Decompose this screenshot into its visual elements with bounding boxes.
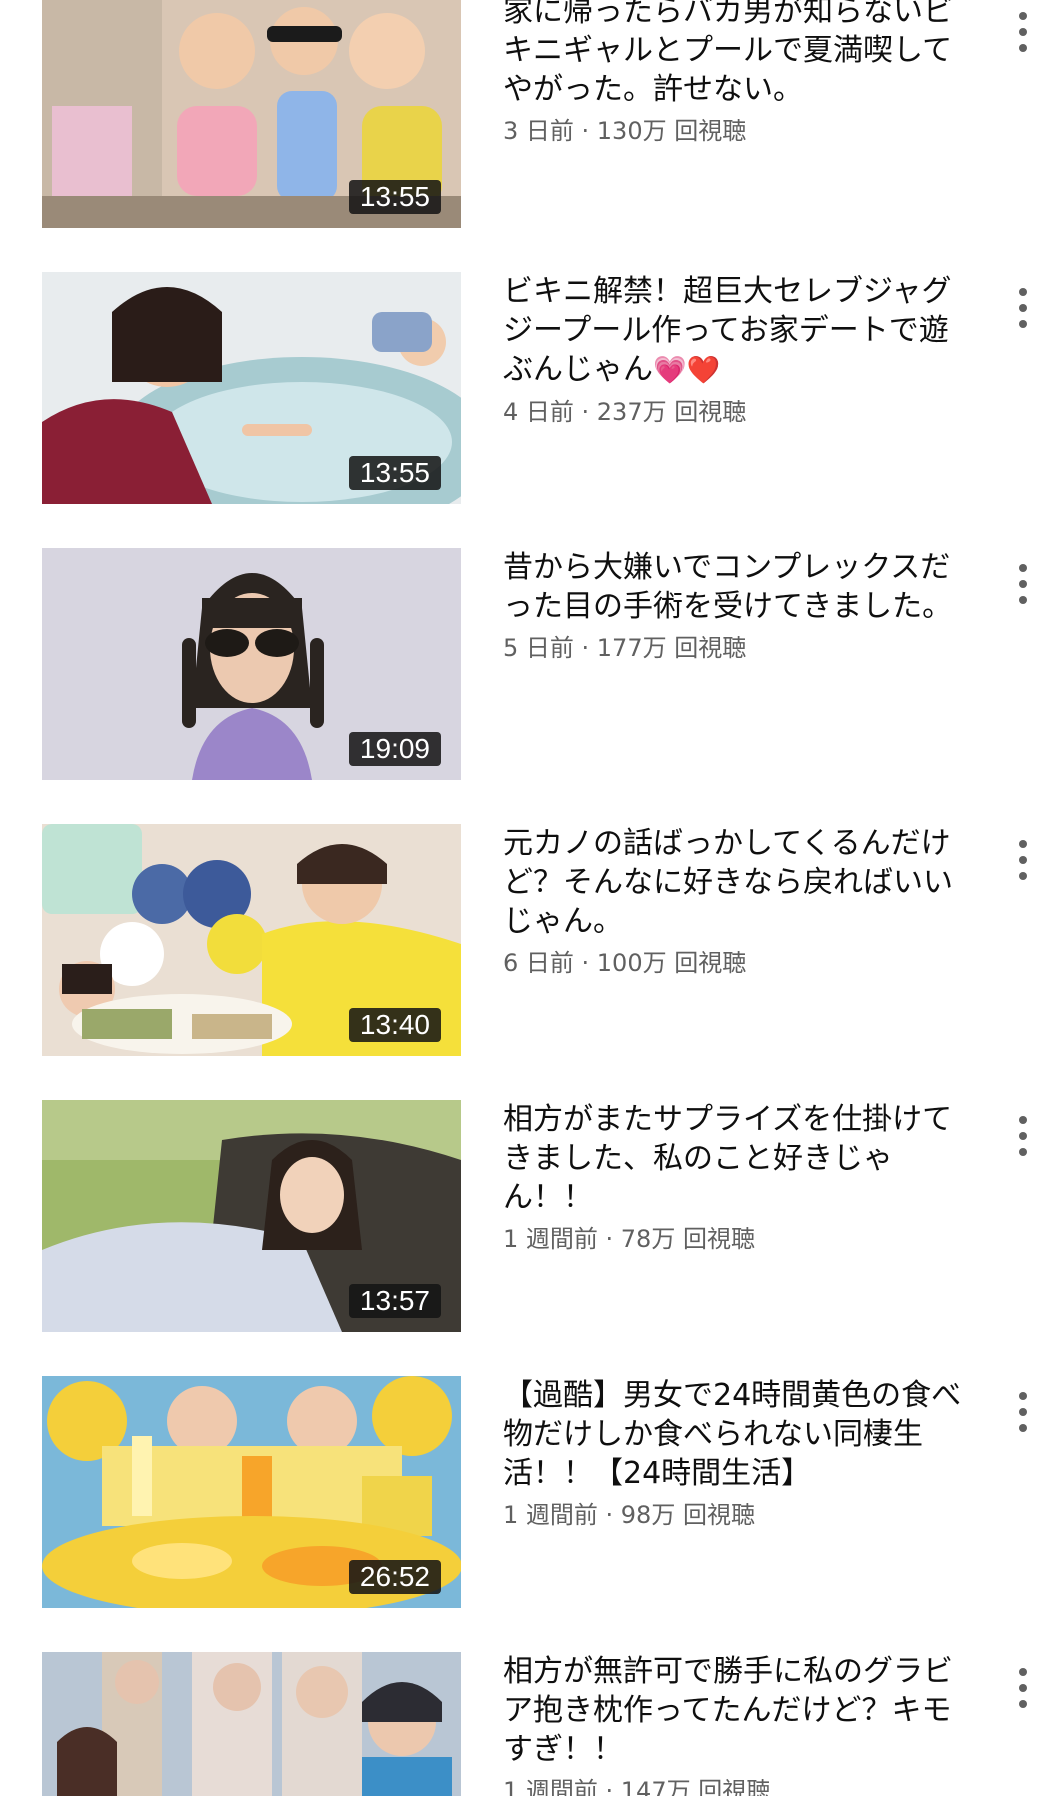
video-info: 昔から大嫌いでコンプレックスだった目の手術を受けてきました。 5 日前 · 17… xyxy=(503,548,973,664)
video-thumbnail[interactable]: 13:55 xyxy=(42,0,461,228)
video-meta: 3 日前 · 130万 回視聴 xyxy=(503,117,747,145)
video-item[interactable]: 相方が無許可で勝手に私のグラビア抱き枕作ってたんだけど？キモすぎ！！ 1 週間前… xyxy=(0,1652,1043,1796)
video-thumbnail[interactable]: 26:52 xyxy=(42,1376,461,1608)
video-item[interactable]: 26:52 【過酷】男女で24時間黄色の食べ物だけしか食べられない同棲生活！！【… xyxy=(0,1376,1043,1608)
more-vertical-icon[interactable] xyxy=(1011,1388,1035,1436)
video-duration: 13:55 xyxy=(348,456,441,490)
video-feed: 13:55 家に帰ったらバカ男が知らないビキニギャルとプールで夏満喫してやがった… xyxy=(0,0,1043,1796)
video-title-text: ビキニ解禁！超巨大セレブジャグジープール作ってお家デートで遊ぶんじゃん xyxy=(503,274,952,387)
video-meta: 1 週間前 · 98万 回視聴 xyxy=(503,1501,755,1529)
video-title-text: 相方が無許可で勝手に私のグラビア抱き枕作ってたんだけど？キモすぎ！！ xyxy=(503,1654,953,1767)
video-item[interactable]: 19:09 昔から大嫌いでコンプレックスだった目の手術を受けてきました。 5 日… xyxy=(0,548,1043,780)
video-title[interactable]: 相方が無許可で勝手に私のグラビア抱き枕作ってたんだけど？キモすぎ！！ xyxy=(503,1652,973,1769)
video-title-text: 元カノの話ばっかしてくるんだけど？そんなに好きなら戻ればいいじゃん。 xyxy=(503,826,953,939)
video-title-text: 家に帰ったらバカ男が知らないビキニギャルとプールで夏満喫してやがった。許せない。 xyxy=(503,0,953,107)
video-meta: 4 日前 · 237万 回視聴 xyxy=(503,398,747,426)
video-meta: 6 日前 · 100万 回視聴 xyxy=(503,949,747,977)
thumbnail-image xyxy=(42,1652,461,1796)
video-thumbnail[interactable]: 13:40 xyxy=(42,824,461,1056)
video-item[interactable]: 13:57 相方がまたサプライズを仕掛けてきました、私のこと好きじゃん！！ 1 … xyxy=(0,1100,1043,1332)
video-meta: 5 日前 · 177万 回視聴 xyxy=(503,634,747,662)
heart-emoji-icon: 💗❤️ xyxy=(653,355,721,386)
video-duration: 26:52 xyxy=(348,1560,441,1594)
video-title[interactable]: 家に帰ったらバカ男が知らないビキニギャルとプールで夏満喫してやがった。許せない。 xyxy=(503,0,973,109)
video-title[interactable]: ビキニ解禁！超巨大セレブジャグジープール作ってお家デートで遊ぶんじゃん💗❤️ xyxy=(503,272,973,390)
video-duration: 13:57 xyxy=(348,1284,441,1318)
video-title[interactable]: 【過酷】男女で24時間黄色の食べ物だけしか食べられない同棲生活！！【24時間生活… xyxy=(503,1376,973,1493)
more-vertical-icon[interactable] xyxy=(1011,560,1035,608)
video-duration: 13:55 xyxy=(348,180,441,214)
video-title-text: 相方がまたサプライズを仕掛けてきました、私のこと好きじゃん！！ xyxy=(503,1102,953,1215)
video-item[interactable]: 13:55 ビキニ解禁！超巨大セレブジャグジープール作ってお家デートで遊ぶんじゃ… xyxy=(0,272,1043,504)
video-info: 相方がまたサプライズを仕掛けてきました、私のこと好きじゃん！！ 1 週間前 · … xyxy=(503,1100,973,1255)
video-thumbnail[interactable] xyxy=(42,1652,461,1796)
more-vertical-icon[interactable] xyxy=(1011,1112,1035,1160)
video-info: 元カノの話ばっかしてくるんだけど？そんなに好きなら戻ればいいじゃん。 6 日前 … xyxy=(503,824,973,979)
more-vertical-icon[interactable] xyxy=(1011,1664,1035,1712)
video-title[interactable]: 元カノの話ばっかしてくるんだけど？そんなに好きなら戻ればいいじゃん。 xyxy=(503,824,973,941)
video-title[interactable]: 昔から大嫌いでコンプレックスだった目の手術を受けてきました。 xyxy=(503,548,973,626)
video-thumbnail[interactable]: 13:57 xyxy=(42,1100,461,1332)
video-thumbnail[interactable]: 13:55 xyxy=(42,272,461,504)
more-vertical-icon[interactable] xyxy=(1011,836,1035,884)
video-info: ビキニ解禁！超巨大セレブジャグジープール作ってお家デートで遊ぶんじゃん💗❤️ 4… xyxy=(503,272,973,428)
video-info: 相方が無許可で勝手に私のグラビア抱き枕作ってたんだけど？キモすぎ！！ 1 週間前… xyxy=(503,1652,973,1796)
video-title-text: 昔から大嫌いでコンプレックスだった目の手術を受けてきました。 xyxy=(503,550,953,624)
video-meta: 1 週間前 · 78万 回視聴 xyxy=(503,1225,755,1253)
video-meta: 1 週間前 · 147万 回視聴 xyxy=(503,1777,771,1796)
video-info: 家に帰ったらバカ男が知らないビキニギャルとプールで夏満喫してやがった。許せない。… xyxy=(503,0,973,147)
video-title-text: 【過酷】男女で24時間黄色の食べ物だけしか食べられない同棲生活！！【24時間生活… xyxy=(503,1378,962,1491)
video-title[interactable]: 相方がまたサプライズを仕掛けてきました、私のこと好きじゃん！！ xyxy=(503,1100,973,1217)
video-duration: 13:40 xyxy=(348,1008,441,1042)
video-info: 【過酷】男女で24時間黄色の食べ物だけしか食べられない同棲生活！！【24時間生活… xyxy=(503,1376,973,1531)
video-thumbnail[interactable]: 19:09 xyxy=(42,548,461,780)
video-duration: 19:09 xyxy=(348,732,441,766)
video-item[interactable]: 13:55 家に帰ったらバカ男が知らないビキニギャルとプールで夏満喫してやがった… xyxy=(0,0,1043,228)
more-vertical-icon[interactable] xyxy=(1011,8,1035,56)
video-item[interactable]: 13:40 元カノの話ばっかしてくるんだけど？そんなに好きなら戻ればいいじゃん。… xyxy=(0,824,1043,1056)
more-vertical-icon[interactable] xyxy=(1011,284,1035,332)
